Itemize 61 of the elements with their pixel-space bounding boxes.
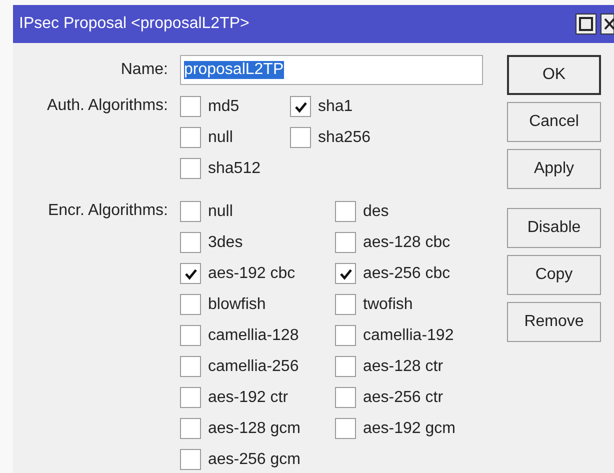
checkbox[interactable] bbox=[335, 294, 356, 315]
check-icon bbox=[184, 266, 198, 280]
checkbox-label: aes-192 gcm bbox=[363, 420, 456, 438]
checkbox[interactable] bbox=[335, 356, 356, 377]
checkbox-label: aes-256 cbc bbox=[363, 264, 450, 282]
checkbox-label: camellia-256 bbox=[208, 358, 299, 376]
checkbox-label: camellia-128 bbox=[208, 326, 299, 344]
name-label: Name: bbox=[120, 60, 169, 80]
dialog-button[interactable]: Remove bbox=[507, 302, 601, 342]
maximize-icon[interactable] bbox=[575, 13, 597, 35]
checkbox-label: sha1 bbox=[318, 98, 353, 116]
checkbox-label: des bbox=[363, 202, 389, 220]
dialog-button[interactable]: OK bbox=[507, 55, 601, 95]
checkbox[interactable] bbox=[180, 158, 201, 179]
checkbox[interactable] bbox=[180, 201, 201, 222]
checkbox-label: aes-128 gcm bbox=[208, 420, 300, 438]
checkbox[interactable] bbox=[335, 263, 356, 284]
checkbox-label: twofish bbox=[363, 296, 413, 314]
check-icon bbox=[338, 266, 352, 280]
checkbox-label: sha256 bbox=[318, 128, 370, 146]
checkbox-label: camellia-192 bbox=[363, 326, 454, 344]
checkbox[interactable] bbox=[335, 325, 356, 346]
checkbox[interactable] bbox=[180, 325, 201, 346]
dialog-button[interactable]: Disable bbox=[507, 208, 601, 248]
checkbox[interactable] bbox=[290, 96, 311, 117]
checkbox[interactable] bbox=[335, 418, 356, 439]
checkbox[interactable] bbox=[180, 127, 201, 148]
dialog-button[interactable]: Apply bbox=[507, 149, 601, 189]
dialog-button[interactable]: Cancel bbox=[507, 102, 601, 142]
checkbox[interactable] bbox=[335, 201, 356, 222]
checkbox-label: null bbox=[208, 202, 233, 220]
checkbox-label: blowfish bbox=[208, 296, 266, 314]
close-icon[interactable] bbox=[600, 13, 614, 35]
checkbox-label: aes-192 cbc bbox=[208, 264, 296, 282]
checkbox[interactable] bbox=[335, 232, 356, 253]
dialog-button[interactable]: Copy bbox=[507, 255, 601, 295]
checkbox-label: 3des bbox=[208, 234, 243, 252]
checkbox[interactable] bbox=[290, 127, 311, 148]
checkbox-label: aes-128 cbc bbox=[363, 234, 450, 252]
checkbox-label: null bbox=[208, 128, 233, 146]
checkbox[interactable] bbox=[180, 232, 201, 253]
checkbox[interactable] bbox=[180, 387, 201, 408]
checkbox-label: sha512 bbox=[208, 160, 260, 178]
window-title: IPsec Proposal <proposalL2TP> bbox=[19, 15, 250, 33]
checkbox[interactable] bbox=[180, 263, 201, 284]
checkbox-label: md5 bbox=[208, 98, 240, 116]
checkbox[interactable] bbox=[180, 294, 201, 315]
checkbox-label: aes-128 ctr bbox=[363, 358, 444, 376]
checkbox-label: aes-256 gcm bbox=[208, 450, 300, 468]
name-value: proposalL2TP bbox=[184, 61, 284, 79]
check-icon bbox=[294, 100, 308, 114]
checkbox-label: aes-256 ctr bbox=[363, 388, 444, 406]
checkbox[interactable] bbox=[180, 418, 201, 439]
checkbox[interactable] bbox=[180, 449, 201, 470]
checkbox[interactable] bbox=[335, 387, 356, 408]
checkbox-label: aes-192 ctr bbox=[208, 388, 288, 406]
name-field[interactable]: proposalL2TP bbox=[180, 55, 483, 85]
auth-label: Auth. Algorithms: bbox=[46, 96, 169, 116]
checkbox[interactable] bbox=[180, 356, 201, 377]
encr-label: Encr. Algorithms: bbox=[46, 201, 169, 221]
checkbox[interactable] bbox=[180, 96, 201, 117]
